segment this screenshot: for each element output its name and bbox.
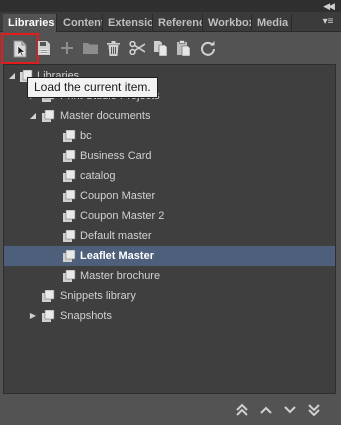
- tooltip: Load the current item.: [27, 77, 158, 98]
- document-icon: [63, 130, 76, 142]
- paste-icon: [177, 40, 190, 56]
- tree-item-label: Coupon Master 2: [80, 210, 165, 222]
- move-down-button[interactable]: [281, 401, 299, 419]
- tab-media[interactable]: Media: [252, 14, 292, 32]
- load-item-icon: [13, 40, 27, 57]
- tree-item-label: Default master: [80, 230, 152, 242]
- folder-stack-icon: [42, 290, 55, 302]
- tree-item-bc[interactable]: bc: [4, 126, 335, 146]
- tree-item-label: Leaflet Master: [80, 250, 154, 262]
- expand-toggle-icon[interactable]: ◢: [7, 66, 17, 86]
- save-button[interactable]: [33, 37, 55, 59]
- tree-item-default-master[interactable]: Default master: [4, 226, 335, 246]
- tab-bar: Libraries Content Extension Reference Wo…: [0, 12, 341, 32]
- panel-menu-button[interactable]: ▾≡: [321, 16, 335, 28]
- move-top-button[interactable]: [233, 401, 251, 419]
- tab-libraries[interactable]: Libraries: [3, 14, 57, 32]
- tree-item-catalog[interactable]: catalog: [4, 166, 335, 186]
- document-icon: [63, 250, 76, 262]
- folder-stack-icon: [42, 110, 55, 122]
- tree-item-snippets-library[interactable]: Snippets library: [4, 286, 335, 306]
- document-icon: [63, 210, 76, 222]
- tree-item-master-documents[interactable]: ◢ Master documents: [4, 106, 335, 126]
- save-icon: [38, 41, 50, 55]
- document-icon: [63, 170, 76, 182]
- cut-button[interactable]: [126, 37, 148, 59]
- panel-top-strip: ◀◀: [0, 0, 341, 12]
- toolbar: [0, 33, 341, 64]
- document-icon: [63, 190, 76, 202]
- tree-item-coupon-master-2[interactable]: Coupon Master 2: [4, 206, 335, 226]
- tree-item-label: Master documents: [60, 110, 151, 122]
- new-folder-button[interactable]: [79, 37, 101, 59]
- collapse-panel-button[interactable]: ◀◀: [321, 0, 335, 12]
- tab-workbox[interactable]: Workbox: [203, 14, 252, 32]
- tab-extension[interactable]: Extension: [103, 14, 153, 32]
- bottom-nav-bar: [0, 396, 341, 425]
- tree-item-label: Master brochure: [80, 270, 161, 282]
- move-up-button[interactable]: [257, 401, 275, 419]
- copy-button[interactable]: [149, 37, 171, 59]
- move-up-icon: [260, 406, 272, 414]
- cut-icon: [129, 41, 145, 55]
- move-down-icon: [284, 406, 296, 414]
- add-icon: [61, 42, 73, 54]
- tree-item-coupon-master[interactable]: Coupon Master: [4, 186, 335, 206]
- tree-item-leaflet-master[interactable]: Leaflet Master: [4, 246, 335, 266]
- refresh-icon: [201, 41, 215, 56]
- tree-item-business-card[interactable]: Business Card: [4, 146, 335, 166]
- move-bottom-icon: [308, 404, 320, 417]
- add-button[interactable]: [56, 37, 78, 59]
- refresh-button[interactable]: [197, 37, 219, 59]
- document-icon: [63, 150, 76, 162]
- tab-content[interactable]: Content: [58, 14, 103, 32]
- tree-item-label: bc: [80, 130, 92, 142]
- tree-item-label: Coupon Master: [80, 190, 156, 202]
- document-icon: [63, 270, 76, 282]
- document-icon: [63, 230, 76, 242]
- load-item-button[interactable]: [1, 33, 39, 64]
- paste-button[interactable]: [172, 37, 194, 59]
- move-top-icon: [236, 403, 248, 416]
- tab-reference[interactable]: Reference: [153, 14, 203, 32]
- delete-button[interactable]: [102, 37, 124, 59]
- collapse-toggle-icon[interactable]: ▶: [28, 306, 38, 326]
- tree-item-master-brochure[interactable]: Master brochure: [4, 266, 335, 286]
- trash-icon: [106, 40, 120, 56]
- tree-item-snapshots[interactable]: ▶ Snapshots: [4, 306, 335, 326]
- folder-icon: [82, 43, 98, 54]
- expand-toggle-icon[interactable]: ◢: [28, 106, 38, 126]
- folder-stack-icon: [42, 310, 55, 322]
- copy-icon: [153, 41, 167, 56]
- tree-item-label: catalog: [80, 170, 116, 182]
- library-tree: ◢ Libraries ▶ Print Studio Projects ◢ Ma…: [3, 64, 336, 394]
- tree-item-label: Snippets library: [60, 290, 136, 302]
- move-bottom-button[interactable]: [305, 401, 323, 419]
- tree-item-label: Business Card: [80, 150, 152, 162]
- tree-item-label: Snapshots: [60, 310, 112, 322]
